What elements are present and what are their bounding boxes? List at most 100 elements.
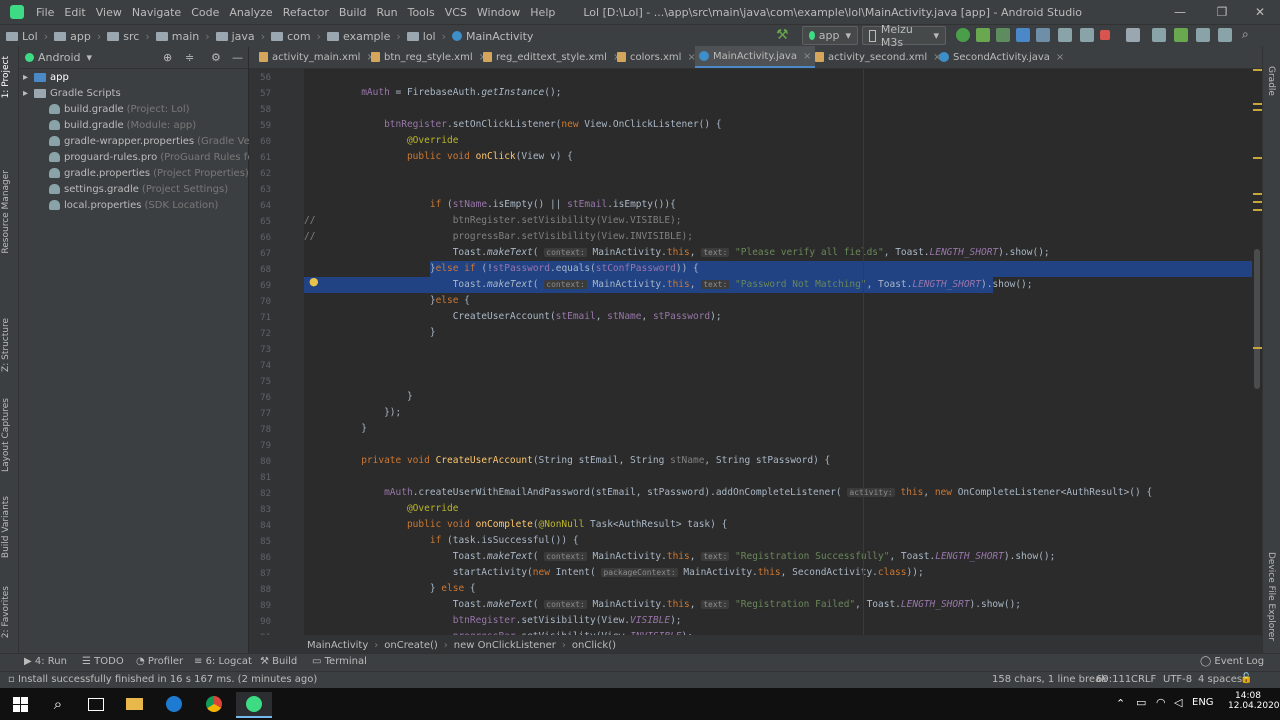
collapse-icon[interactable]: ≑ xyxy=(185,51,194,64)
breadcrumb-item[interactable]: com › xyxy=(271,30,321,43)
gear-icon[interactable]: ⚙ xyxy=(211,51,221,64)
menu-edit[interactable]: Edit xyxy=(60,6,89,19)
menu-vcs[interactable]: VCS xyxy=(441,6,471,19)
layout-inspector-icon[interactable] xyxy=(1152,28,1166,42)
chrome-icon[interactable] xyxy=(196,692,232,716)
event-log-button[interactable]: ◯ Event Log xyxy=(1200,656,1264,667)
lightbulb-icon[interactable]: ● xyxy=(309,275,319,288)
tree-item[interactable]: build.gradle (Project: Lol) xyxy=(49,101,190,117)
status-message[interactable]: ▫ Install successfully finished in 16 s … xyxy=(8,674,317,685)
maximize-button[interactable]: ❐ xyxy=(1202,0,1242,24)
menu-refactor[interactable]: Refactor xyxy=(279,6,333,19)
chevron-up-icon[interactable]: ⌃ xyxy=(1116,697,1125,710)
breadcrumb-item[interactable]: main › xyxy=(155,30,210,43)
tree-item[interactable]: local.properties (SDK Location) xyxy=(49,197,218,213)
run-icon[interactable] xyxy=(976,28,990,42)
chevron-down-icon[interactable]: ▾ xyxy=(87,51,93,64)
edge-icon[interactable] xyxy=(156,692,192,716)
menu-build[interactable]: Build xyxy=(335,6,371,19)
gradle-tool-button[interactable]: Gradle xyxy=(1266,66,1276,96)
editor-scrollbar[interactable] xyxy=(1252,69,1262,635)
clock[interactable]: 14:08 12.04.2020 xyxy=(1228,691,1280,711)
editor-tab[interactable]: MainActivity.java × xyxy=(695,46,816,68)
tree-item[interactable]: ▸ app xyxy=(23,69,69,85)
line-separator[interactable]: CRLF xyxy=(1131,674,1156,685)
menu-view[interactable]: View xyxy=(92,6,126,19)
volume-icon[interactable]: ◁ xyxy=(1174,696,1182,709)
wifi-icon[interactable]: ◠ xyxy=(1156,696,1166,709)
scrollbar-marker[interactable] xyxy=(1253,69,1262,71)
expand-arrow-icon[interactable]: ▸ xyxy=(23,72,28,83)
caret-position[interactable]: 69:111 xyxy=(1096,674,1131,685)
apply-changes-icon[interactable] xyxy=(956,28,970,42)
windows-start-icon[interactable] xyxy=(2,692,38,716)
scrollbar-marker[interactable] xyxy=(1253,157,1262,159)
breadcrumb-item[interactable]: MainActivity xyxy=(452,30,533,43)
resource-manager-tool-button[interactable]: Resource Manager xyxy=(1,170,11,254)
device-manager-icon[interactable] xyxy=(1196,28,1210,42)
input-language[interactable]: ENG xyxy=(1192,697,1214,708)
hide-panel-icon[interactable]: — xyxy=(232,51,243,64)
file-encoding[interactable]: UTF-8 xyxy=(1163,674,1192,685)
run-tool-button[interactable]: ▶ 4: Run xyxy=(24,656,67,667)
search-icon[interactable]: ⌕ xyxy=(1242,27,1249,42)
task-view-icon[interactable] xyxy=(78,692,114,716)
menu-tools[interactable]: Tools xyxy=(404,6,439,19)
editor-tab[interactable]: activity_main.xml× xyxy=(255,46,379,68)
attach-debugger-icon[interactable] xyxy=(1036,28,1050,42)
menu-run[interactable]: Run xyxy=(373,6,402,19)
expand-arrow-icon[interactable]: ▸ xyxy=(23,88,28,99)
debug-icon[interactable] xyxy=(996,28,1010,42)
scrollbar-marker[interactable] xyxy=(1253,347,1262,349)
lock-icon[interactable]: 🔓 xyxy=(1240,673,1252,684)
menu-window[interactable]: Window xyxy=(473,6,524,19)
file-explorer-icon[interactable] xyxy=(116,692,152,716)
scrollbar-marker[interactable] xyxy=(1253,109,1262,111)
editor-tab[interactable]: colors.xml × xyxy=(613,46,700,68)
editor-tab[interactable]: SecondActivity.java × xyxy=(935,46,1068,68)
build-variants-tool-button[interactable]: Build Variants xyxy=(1,496,11,558)
logcat-tool-button[interactable]: ≡ 6: Logcat xyxy=(194,656,252,667)
scrollbar-marker[interactable] xyxy=(1253,103,1262,105)
editor-tab[interactable]: reg_edittext_style.xml× xyxy=(479,46,625,68)
tree-item[interactable]: settings.gradle (Project Settings) xyxy=(49,181,228,197)
crosshair-icon[interactable]: ⊕ xyxy=(163,51,172,64)
editor-breadcrumb-item[interactable]: new OnClickListener xyxy=(454,640,556,651)
tree-item[interactable]: build.gradle (Module: app) xyxy=(49,117,196,133)
logcat-icon[interactable] xyxy=(1218,28,1232,42)
menu-navigate[interactable]: Navigate xyxy=(128,6,185,19)
menu-help[interactable]: Help xyxy=(526,6,559,19)
sync-gradle-icon[interactable] xyxy=(1058,28,1072,42)
profiler-tool-button[interactable]: ◔ Profiler xyxy=(136,656,183,667)
project-structure-icon[interactable] xyxy=(1126,28,1140,42)
minimize-button[interactable]: — xyxy=(1160,0,1200,24)
menu-code[interactable]: Code xyxy=(187,6,223,19)
breadcrumb-item[interactable]: java › xyxy=(215,30,265,43)
device-file-explorer-tool-button[interactable]: Device File Explorer xyxy=(1266,552,1276,641)
hammer-icon[interactable]: ⚒ xyxy=(776,27,789,43)
tree-item[interactable]: ▸ Gradle Scripts xyxy=(23,85,121,101)
scrollbar-thumb[interactable] xyxy=(1254,249,1260,389)
android-studio-taskbar-icon[interactable] xyxy=(236,692,272,718)
avd-manager-icon[interactable] xyxy=(1080,28,1094,42)
todo-tool-button[interactable]: ☰ TODO xyxy=(82,656,124,667)
tree-item[interactable]: gradle.properties (Project Properties) xyxy=(49,165,249,181)
structure-tool-button[interactable]: Z: Structure xyxy=(1,318,11,372)
terminal-tool-button[interactable]: ▭ Terminal xyxy=(312,656,367,667)
profile-icon[interactable] xyxy=(1016,28,1030,42)
search-icon[interactable]: ⌕ xyxy=(40,692,76,716)
scrollbar-marker[interactable] xyxy=(1253,201,1262,203)
breadcrumb-item[interactable]: lol › xyxy=(406,30,446,43)
breadcrumb-item[interactable]: example › xyxy=(327,30,401,43)
code-editor[interactable]: mAuth = FirebaseAuth.getInstance(); btnR… xyxy=(304,69,1262,635)
menu-analyze[interactable]: Analyze xyxy=(225,6,276,19)
editor-tab[interactable]: btn_reg_style.xml× xyxy=(367,46,491,68)
menu-file[interactable]: File xyxy=(32,6,58,19)
scrollbar-marker[interactable] xyxy=(1253,209,1262,211)
favorites-tool-button[interactable]: 2: Favorites xyxy=(1,586,11,638)
editor-breadcrumb-item[interactable]: onCreate() xyxy=(384,640,438,651)
close-window-button[interactable]: ✕ xyxy=(1240,0,1280,24)
run-config-select[interactable]: app ▾ xyxy=(802,26,858,45)
layout-captures-tool-button[interactable]: Layout Captures xyxy=(1,398,11,472)
stop-icon[interactable] xyxy=(1100,30,1110,40)
